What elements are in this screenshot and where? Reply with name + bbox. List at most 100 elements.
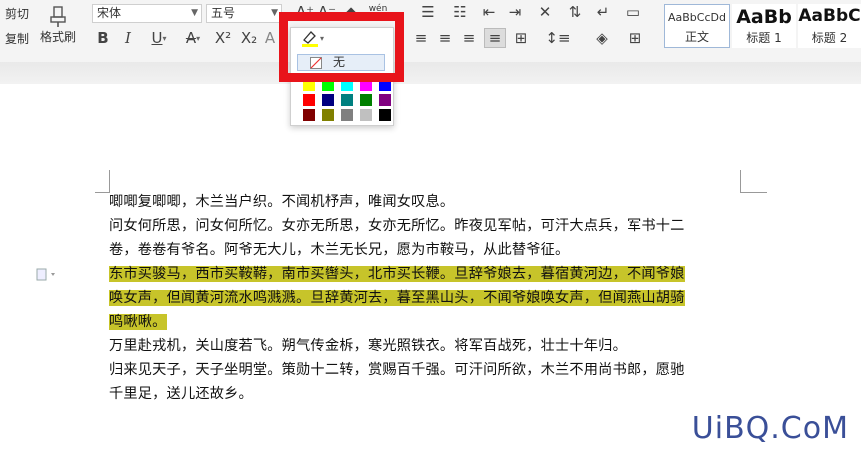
italic-icon: I <box>125 28 131 47</box>
show-marks-button[interactable]: ↵ <box>592 3 614 21</box>
style-normal[interactable]: AaBbCcDd 正文 <box>664 4 730 48</box>
highlight-swatch[interactable] <box>303 109 315 121</box>
document-line: 问女何所思，问女何所忆。女亦无所思，女亦无所忆。昨夜见军帖，可汗大点兵，军书十二 <box>109 214 685 238</box>
borders-icon: ⊞ <box>628 28 642 47</box>
superscript-icon: X² <box>214 28 232 47</box>
style-name: 标题 2 <box>811 31 848 45</box>
sort-button[interactable]: ⇅ <box>566 3 584 21</box>
cut-label: 剪切 <box>4 6 29 21</box>
font-name-select[interactable]: 宋体 ▼ <box>92 4 202 23</box>
numbered-list-icon: ☷ <box>453 2 467 21</box>
chinese-layout-button[interactable]: ✕ <box>532 3 558 21</box>
align-right-button[interactable]: ≡ <box>460 29 478 47</box>
highlight-swatch[interactable] <box>341 94 353 106</box>
copy-button[interactable]: 复制 <box>0 29 34 47</box>
highlight-callout-frame <box>279 12 404 82</box>
distributed-button[interactable]: ⊞ <box>512 29 530 47</box>
line-spacing-icon: ↕≡ <box>545 28 571 47</box>
highlight-swatch[interactable] <box>360 94 372 106</box>
style-name: 正文 <box>684 30 709 44</box>
bullet-list-icon: ☰ <box>421 2 435 21</box>
decrease-indent-button[interactable]: ⇤ <box>480 3 498 21</box>
font-size-value: 五号 <box>211 6 236 20</box>
chevron-down-icon: ▾ <box>196 33 201 43</box>
document-line: 唤女声，但闻黄河流水鸣溅溅。旦辞黄河去，暮至黑山头，不闻爷娘唤女声，但闻燕山胡骑 <box>109 286 685 310</box>
style-name: 标题 1 <box>746 31 782 45</box>
align-left-icon: ≡ <box>414 28 428 47</box>
document-line-text: 唤女声，但闻黄河流水鸣溅溅。旦辞黄河去，暮至黑山头，不闻爷娘唤女声，但闻燕山胡骑 <box>109 290 685 306</box>
highlight-swatch[interactable] <box>322 109 334 121</box>
ribbon-bottom-band <box>0 62 861 84</box>
copy-label: 复制 <box>4 31 29 46</box>
numbering-button[interactable]: ☷ <box>447 3 473 21</box>
document-line-text: 卷，卷卷有爷名。阿爷无大儿，木兰无长兄，愿为市鞍马，从此替爷征。 <box>109 242 570 258</box>
ruler-button[interactable]: ▭ <box>622 3 644 21</box>
format-painter-icon <box>50 5 66 27</box>
chevron-down-icon: ▼ <box>191 8 198 18</box>
indent-icon: ⇥ <box>508 2 522 21</box>
document-line: 千里足，送儿还故乡。 <box>109 382 253 406</box>
highlight-swatch[interactable] <box>322 94 334 106</box>
subscript-button[interactable]: X₂ <box>238 29 260 47</box>
bullets-button[interactable]: ☰ <box>415 3 441 21</box>
document-line-text: 归来见天子，天子坐明堂。策勋十二转，赏赐百千强。可汗问所欲，木兰不用尚书郎，愿驰 <box>109 362 685 378</box>
chevron-down-icon: ▼ <box>271 8 278 18</box>
superscript-button[interactable]: X² <box>212 29 234 47</box>
document-line-text: 千里足，送儿还故乡。 <box>109 386 253 402</box>
highlight-swatch[interactable] <box>379 94 391 106</box>
cut-button[interactable]: 剪切 <box>0 4 34 22</box>
site-watermark: UiBQ.CoM <box>691 411 849 446</box>
align-right-icon: ≡ <box>462 28 476 47</box>
justify-button[interactable]: ≡ <box>484 28 506 48</box>
highlight-swatch[interactable] <box>341 109 353 121</box>
highlight-swatch[interactable] <box>360 109 372 121</box>
align-center-button[interactable]: ≡ <box>436 29 454 47</box>
style-sample: AaBb <box>736 6 792 28</box>
document-line-text: 万里赴戎机，关山度若飞。朔气传金柝，寒光照铁衣。将军百战死，壮士十年归。 <box>109 338 627 354</box>
underline-icon: U <box>151 28 163 47</box>
align-left-button[interactable]: ≡ <box>412 29 430 47</box>
bold-button[interactable]: B <box>94 29 112 47</box>
style-heading-2[interactable]: AaBbC 标题 2 <box>798 4 861 48</box>
document-line-text: 问女何所思，问女何所忆。女亦无所思，女亦无所忆。昨夜见军帖，可汗大点兵，军书十二 <box>109 218 685 234</box>
line-spacing-button[interactable]: ↕≡ <box>544 29 572 47</box>
style-sample: AaBbCcDd <box>668 11 726 24</box>
paragraph-options-icon[interactable] <box>36 268 58 282</box>
paint-bucket-icon: ◈ <box>596 28 608 47</box>
font-size-select[interactable]: 五号 ▼ <box>206 4 282 23</box>
shading-button[interactable]: ◈ <box>588 29 616 47</box>
distributed-icon: ⊞ <box>514 28 528 47</box>
document-line: 归来见天子，天子坐明堂。策勋十二转，赏赐百千强。可汗问所欲，木兰不用尚书郎，愿驰 <box>109 358 685 382</box>
justify-icon: ≡ <box>488 28 502 47</box>
increase-indent-button[interactable]: ⇥ <box>506 3 524 21</box>
format-painter-button[interactable]: 格式刷 <box>38 2 78 48</box>
sort-icon: ⇅ <box>568 2 582 21</box>
ruler-icon: ▭ <box>625 2 641 21</box>
paragraph-mark-icon: ↵ <box>596 2 610 21</box>
document-line: 万里赴戎机，关山度若飞。朔气传金柝，寒光照铁衣。将军百战死，壮士十年归。 <box>109 334 627 358</box>
bold-icon: B <box>97 28 109 47</box>
document-line: 鸣啾啾。 <box>109 310 167 334</box>
style-sample: AaBbC <box>798 6 861 26</box>
page-corner-mark <box>740 170 767 193</box>
align-center-icon: ≡ <box>438 28 452 47</box>
format-painter-label: 格式刷 <box>39 29 76 44</box>
document-line: 卷，卷卷有爷名。阿爷无大儿，木兰无长兄，愿为市鞍马，从此替爷征。 <box>109 238 569 262</box>
chinese-layout-icon: ✕ <box>538 2 552 21</box>
style-heading-1[interactable]: AaBb 标题 1 <box>732 4 796 48</box>
highlight-swatch[interactable] <box>379 109 391 121</box>
strikethrough-button[interactable]: A ▾ <box>178 29 208 47</box>
borders-button[interactable]: ⊞ <box>620 29 650 47</box>
document-line-text: 东市买骏马，西市买鞍鞯，南市买辔头，北市买长鞭。旦辞爷娘去，暮宿黄河边，不闻爷娘 <box>109 266 685 282</box>
highlight-swatch[interactable] <box>303 94 315 106</box>
document-line-text: 唧唧复唧唧，木兰当户织。不闻机杼声，唯闻女叹息。 <box>109 194 455 210</box>
text-effect-button[interactable]: A <box>262 29 278 47</box>
outdent-icon: ⇤ <box>482 2 496 21</box>
font-name-value: 宋体 <box>97 6 122 20</box>
italic-button[interactable]: I <box>119 29 137 47</box>
chevron-down-icon: ▾ <box>162 33 167 43</box>
document-line: 东市买骏马，西市买鞍鞯，南市买辔头，北市买长鞭。旦辞爷娘去，暮宿黄河边，不闻爷娘 <box>109 262 685 286</box>
page-corner-mark <box>95 170 110 193</box>
text-effect-icon: A <box>264 28 276 47</box>
underline-button[interactable]: U ▾ <box>144 29 174 47</box>
